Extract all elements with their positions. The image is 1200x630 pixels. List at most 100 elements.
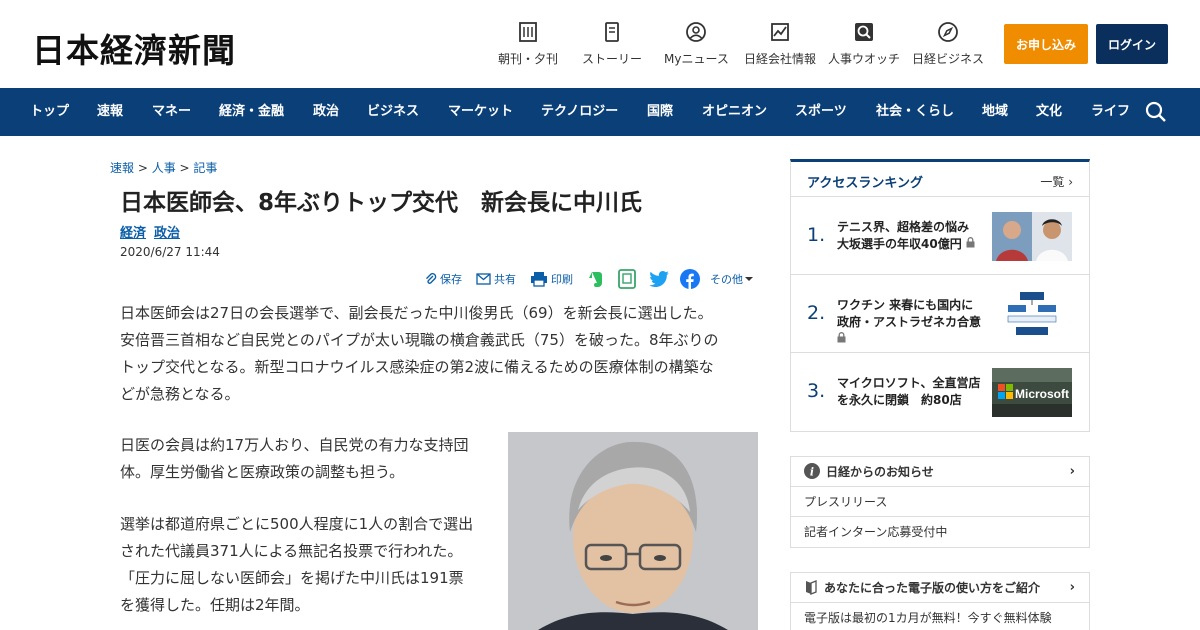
headline-line: 大坂選手の年収40億円 <box>837 237 962 251</box>
breadcrumb-link[interactable]: 記事 <box>193 161 217 175</box>
ebook-item[interactable]: 電子版は最初の1カ月が無料！今すぐ無料体験 <box>791 603 1089 630</box>
ranking-item[interactable]: 1. テニス界、超格差の悩み 大坂選手の年収40億円 <box>791 196 1089 274</box>
nav-item-culture[interactable]: 文化 <box>1036 88 1062 136</box>
nav-label: 日経ビジネス <box>912 52 985 66</box>
microsoft-sign: Microsoft <box>1015 387 1069 401</box>
headline-line: ワクチン 来春にも国内に <box>837 298 974 312</box>
more-dropdown[interactable]: その他 <box>710 268 756 290</box>
print-label: 印刷 <box>551 273 573 286</box>
chevron-right-icon: › <box>1068 175 1073 189</box>
chevron-right-icon: › <box>1069 464 1075 479</box>
lock-icon <box>966 237 975 248</box>
ebook-title: あなたに合った電子版の使い方をご紹介 <box>824 581 1041 595</box>
breadcrumb: 速報 > 人事 > 記事 <box>110 161 218 175</box>
search-icon[interactable] <box>1144 100 1168 124</box>
nav-company-info[interactable]: 日経会社情報 <box>744 20 816 67</box>
paragraph-line: 選挙は都道府県ごとに500人程度に1人の割合で選出 <box>120 515 474 533</box>
breadcrumb-link[interactable]: 速報 <box>110 161 134 175</box>
caret-down-icon <box>745 277 753 281</box>
nav-item-opinion[interactable]: オピニオン <box>702 88 767 136</box>
paragraph-line: どが急務となる。 <box>120 385 240 403</box>
article-photo <box>508 432 758 630</box>
nav-label: Myニュース <box>664 52 729 66</box>
nav-item-sports[interactable]: スポーツ <box>795 88 847 136</box>
clip-icon <box>426 273 437 284</box>
notice-header[interactable]: i 日経からのお知らせ › <box>791 457 1089 487</box>
paragraph-line: 体。厚生労働省と医療政策の調整も担う。 <box>120 463 405 481</box>
bookmark-icon[interactable] <box>618 268 639 290</box>
nav-item-international[interactable]: 国際 <box>647 88 673 136</box>
mail-icon <box>476 273 491 285</box>
headline-line: マイクロソフト、全直営店 <box>837 376 981 390</box>
ranking-thumbnail: Microsoft <box>992 368 1072 417</box>
article-tools: 保存 共有 印刷 その他 <box>420 268 760 292</box>
paragraph-line: 日本医師会は27日の会長選挙で、副会長だった中川俊男氏（69）を新会長に選出した… <box>120 304 713 322</box>
paragraph-line: された代議員371人による無記名投票で行われた。 <box>120 542 463 560</box>
chevron-right-icon: › <box>1069 580 1075 595</box>
login-button[interactable]: ログイン <box>1096 24 1168 64</box>
ranking-item[interactable]: 3. マイクロソフト、全直営店 を永久に閉鎖 約80店 Microsoft <box>791 352 1089 430</box>
twitter-icon[interactable] <box>649 268 673 290</box>
breadcrumb-link[interactable]: 人事 <box>152 161 176 175</box>
site-logo[interactable]: 日本経濟新聞 <box>32 24 236 72</box>
nav-label: 朝刊・夕刊 <box>498 52 559 66</box>
facebook-icon[interactable] <box>680 268 703 290</box>
article-date: 2020/6/27 11:44 <box>120 245 220 259</box>
nav-story[interactable]: ストーリー <box>582 20 642 67</box>
ranking-number: 1. <box>807 224 826 246</box>
nav-item-business[interactable]: ビジネス <box>367 88 419 136</box>
chart-icon <box>768 20 792 44</box>
nav-label: ストーリー <box>582 52 643 66</box>
nav-morning-evening[interactable]: 朝刊・夕刊 <box>498 20 558 67</box>
save-button[interactable]: 保存 <box>424 268 462 290</box>
subscribe-button[interactable]: お申し込み <box>1004 24 1088 64</box>
article-paragraph: 日医の会員は約17万人おり、自民党の有力な支持団 体。厚生労働省と医療政策の調整… <box>120 432 500 486</box>
compass-icon <box>936 20 960 44</box>
nav-item-life[interactable]: ライフ <box>1091 88 1130 136</box>
main-navigation: トップ 速報 マネー 経済・金融 政治 ビジネス マーケット テクノロジー 国際… <box>0 88 1200 136</box>
ranking-more-link[interactable]: 一覧 › <box>1040 173 1073 190</box>
notice-item[interactable]: プレスリリース <box>791 487 1089 517</box>
nav-personnel-watch[interactable]: 人事ウオッチ <box>828 20 900 67</box>
nav-item-society[interactable]: 社会・くらし <box>876 88 954 136</box>
nav-item-economy[interactable]: 経済・金融 <box>219 88 284 136</box>
ranking-thumbnail <box>992 212 1072 261</box>
nav-item-politics[interactable]: 政治 <box>313 88 339 136</box>
notice-title: 日経からのお知らせ <box>826 465 934 479</box>
paragraph-line: 日医の会員は約17万人おり、自民党の有力な支持団 <box>120 436 469 454</box>
ranking-thumbnail <box>992 290 1072 339</box>
nav-label: 日経会社情報 <box>744 52 817 66</box>
share-label: 共有 <box>494 273 516 286</box>
nav-item-breaking[interactable]: 速報 <box>97 88 123 136</box>
nikkei-notices: i 日経からのお知らせ › プレスリリース 記者インターン応募受付中 <box>790 456 1090 548</box>
ebook-header[interactable]: あなたに合った電子版の使い方をご紹介 › <box>791 573 1089 603</box>
notice-item[interactable]: 記者インターン応募受付中 <box>791 517 1089 547</box>
paragraph-line: 安倍晋三首相など自民党とのパイプが太い現職の横倉義武氏（75）を破った。8年ぶり… <box>120 331 719 349</box>
tag-link[interactable]: 政治 <box>154 226 180 241</box>
nav-item-top[interactable]: トップ <box>30 88 69 136</box>
ranking-more-label: 一覧 <box>1040 175 1065 189</box>
paragraph-line: を獲得した。任期は2年間。 <box>120 596 310 614</box>
nav-item-technology[interactable]: テクノロジー <box>541 88 618 136</box>
headline-line: を永久に閉鎖 約80店 <box>837 393 962 407</box>
user-icon <box>684 20 708 44</box>
search-person-icon <box>852 20 876 44</box>
tag-link[interactable]: 経済 <box>120 226 146 241</box>
nav-item-region[interactable]: 地域 <box>982 88 1008 136</box>
nav-nikkei-business[interactable]: 日経ビジネス <box>912 20 984 67</box>
nav-my-news[interactable]: Myニュース <box>664 20 729 67</box>
print-icon <box>531 272 547 287</box>
ranking-number: 3. <box>807 380 826 402</box>
print-button[interactable]: 印刷 <box>530 268 573 290</box>
nav-item-market[interactable]: マーケット <box>448 88 513 136</box>
site-header: 日本経濟新聞 朝刊・夕刊 ストーリー Myニュース 日経会社情報 人事ウオッチ <box>0 0 1200 88</box>
save-label: 保存 <box>440 273 462 286</box>
nav-item-money[interactable]: マネー <box>152 88 191 136</box>
ranking-headline: マイクロソフト、全直営店 を永久に閉鎖 約80店 <box>837 375 987 409</box>
article-tags: 経済 政治 <box>120 222 188 241</box>
digital-edition-guide: あなたに合った電子版の使い方をご紹介 › 電子版は最初の1カ月が無料！今すぐ無料… <box>790 572 1090 630</box>
share-button[interactable]: 共有 <box>476 268 516 290</box>
headline-line: 政府・アストラゼネカ合意 <box>837 315 982 329</box>
evernote-icon[interactable] <box>588 268 607 290</box>
ranking-item[interactable]: 2. ワクチン 来春にも国内に 政府・アストラゼネカ合意 <box>791 274 1089 352</box>
